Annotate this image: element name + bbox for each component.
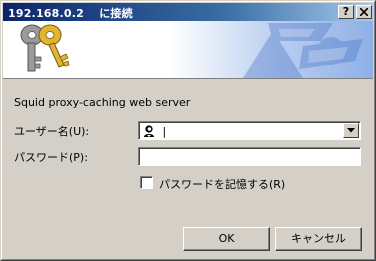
close-icon xyxy=(359,7,369,17)
password-input[interactable] xyxy=(138,147,361,166)
username-combobox[interactable]: | xyxy=(138,121,361,140)
ok-button[interactable]: OK xyxy=(183,227,270,251)
window-title: 192.168.0.2 に接続 xyxy=(8,7,133,20)
close-button[interactable] xyxy=(356,5,372,19)
user-icon xyxy=(144,125,154,137)
chevron-down-icon xyxy=(347,128,355,133)
cancel-button[interactable]: キャンセル xyxy=(275,227,362,251)
password-label: パスワード(P): xyxy=(14,151,88,164)
remember-password-checkbox[interactable] xyxy=(140,176,153,189)
keys-icon xyxy=(20,24,70,72)
username-label: ユーザー名(U): xyxy=(14,125,90,138)
remember-password-label[interactable]: パスワードを記憶する(R) xyxy=(159,176,285,192)
text-cursor: | xyxy=(161,125,168,138)
help-button[interactable]: ? xyxy=(338,5,354,19)
login-dialog-window: 192.168.0.2 に接続 ? Squid proxy-caching we… xyxy=(0,0,376,261)
server-description: Squid proxy-caching web server xyxy=(14,96,191,109)
title-bar[interactable]: 192.168.0.2 に接続 ? xyxy=(3,3,373,21)
username-dropdown-button[interactable] xyxy=(343,123,359,138)
dialog-banner xyxy=(3,21,373,79)
dialog-content: Squid proxy-caching web server ユーザー名(U):… xyxy=(3,79,373,258)
